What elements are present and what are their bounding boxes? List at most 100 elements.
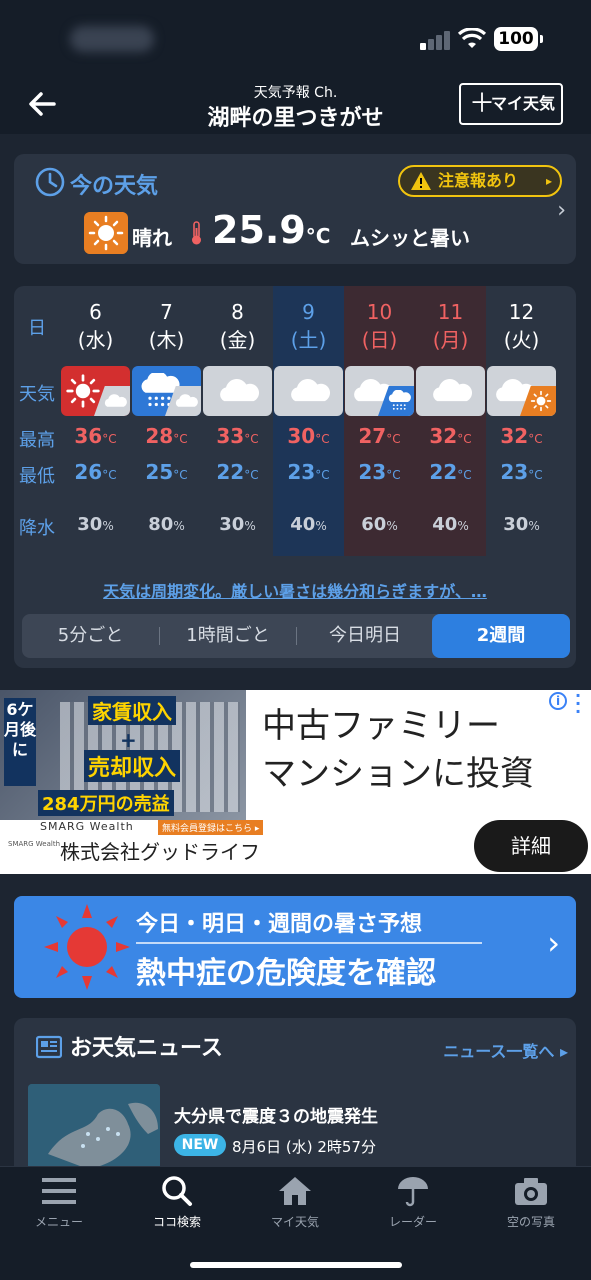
- nav-sky-photos-label: 空の写真: [506, 1215, 555, 1229]
- value: 60: [361, 514, 387, 535]
- value: 27: [358, 424, 387, 448]
- value: 30: [219, 514, 245, 535]
- cellular-signal-icon: [420, 30, 452, 50]
- value: 23: [358, 460, 387, 484]
- advertisement-banner[interactable]: 6ケ月後に 家賃収入 + 売却収入 284万円の売益 SMARG Wealth …: [0, 690, 591, 874]
- app-screen: 100 天気予報 Ch. 湖畔の里つきがせ ＋ マイ天気 今の天気 注意報あり …: [0, 0, 591, 1280]
- tab-5min[interactable]: 5分ごと: [22, 614, 159, 658]
- nav-my-weather[interactable]: マイ天気: [236, 1175, 354, 1235]
- day-of-week: (金): [219, 328, 256, 352]
- caution-label: 注意報あり: [438, 171, 519, 190]
- forecast-day-column[interactable]: 11 (月) 32°C 22°C 40%: [415, 286, 486, 556]
- unit: %: [173, 519, 185, 533]
- heatstroke-subtitle: 今日・明日・週間の暑さ予想: [136, 912, 423, 937]
- chevron-right-icon: ›: [557, 198, 566, 223]
- caution-badge[interactable]: 注意報あり ▸: [398, 165, 562, 197]
- home-indicator: [190, 1262, 402, 1268]
- day-of-week: (木): [148, 328, 185, 352]
- cloudy-weather-icon: [345, 366, 414, 416]
- low-temp: 25°C: [131, 460, 202, 484]
- ad-headline[interactable]: 中古ファミリー マンションに投資: [262, 702, 534, 798]
- day-number: 9: [302, 300, 315, 324]
- status-bar: 100: [0, 0, 591, 80]
- nav-sky-photos[interactable]: 空の写真: [472, 1175, 590, 1235]
- precip-chance: 40%: [273, 514, 344, 535]
- forecast-day-column[interactable]: 8 (金) 33°C 22°C 30%: [202, 286, 273, 556]
- value: 80: [148, 514, 174, 535]
- unit: %: [386, 519, 398, 533]
- unit: °C: [173, 432, 188, 446]
- unit: °C: [386, 468, 401, 482]
- day-number: 6: [89, 300, 102, 324]
- unit: °C: [244, 468, 259, 482]
- value: 32: [500, 424, 529, 448]
- forecast-day-column[interactable]: 6 (水) 36°C 26°C 30%: [60, 286, 131, 556]
- ad-detail-button[interactable]: 詳細: [474, 820, 588, 872]
- warning-triangle-icon: [411, 172, 431, 190]
- high-temp: 32°C: [486, 424, 557, 448]
- unit: °C: [386, 432, 401, 446]
- tab-today-tomorrow[interactable]: 今日明日: [297, 614, 433, 658]
- cloudy-weather-icon: [487, 366, 556, 416]
- high-temp: 30°C: [273, 424, 344, 448]
- ad-image[interactable]: 6ケ月後に 家賃収入 + 売却収入 284万円の売益: [0, 690, 246, 820]
- forecast-day-column[interactable]: 7 (木) 28°C 25°C 80%: [131, 286, 202, 556]
- ad-register-link[interactable]: 無料会員登録はこちら ▸: [158, 820, 264, 835]
- unit: °C: [315, 432, 330, 446]
- nav-search[interactable]: ココ検索: [118, 1175, 236, 1235]
- unit: °C: [457, 432, 472, 446]
- feels-like-text: ムシッと暑い: [350, 226, 470, 250]
- value: 25: [145, 460, 174, 484]
- news-headline[interactable]: 大分県で震度３の地震発生: [174, 1102, 378, 1127]
- chevron-right-icon: ›: [547, 924, 560, 962]
- unit: °C: [457, 468, 472, 482]
- news-list-link[interactable]: ニュース一覧へ ▸: [443, 1038, 568, 1062]
- tab-two-weeks[interactable]: 2週間: [432, 614, 570, 658]
- unit: °C: [528, 468, 543, 482]
- ad-plus: +: [120, 728, 137, 752]
- forecast-day-column[interactable]: 12 (火) 32°C 23°C 30%: [486, 286, 557, 556]
- value: 33: [216, 424, 245, 448]
- news-thumbnail[interactable]: [28, 1084, 160, 1174]
- chevron-right-icon: ▸: [545, 174, 552, 188]
- rain-weather-icon: [132, 366, 201, 416]
- unit: °C: [173, 468, 188, 482]
- camera-icon: [515, 1178, 547, 1205]
- divider: [136, 942, 482, 944]
- info-icon[interactable]: i: [549, 692, 567, 710]
- forecast-summary-link[interactable]: 天気は周期変化。厳しい暑さは幾分和らぎますが、…: [14, 578, 576, 602]
- forecast-day-column[interactable]: 9 (土) 30°C 23°C 40%: [273, 286, 344, 556]
- value: 23: [500, 460, 529, 484]
- value: 36: [74, 424, 103, 448]
- tab-hourly[interactable]: 1時間ごと: [160, 614, 296, 658]
- current-weather-card[interactable]: 今の天気 注意報あり ▸ › 晴れ 25.9°C ムシッと暑い: [14, 154, 576, 264]
- search-icon: [162, 1176, 192, 1206]
- nav-menu-label: メニュー: [34, 1215, 83, 1229]
- heatstroke-banner[interactable]: 今日・明日・週間の暑さ予想 熱中症の危険度を確認 ›: [14, 896, 576, 998]
- carrier-name-blurred: [70, 26, 154, 52]
- low-temp: 22°C: [415, 460, 486, 484]
- day-number: 10: [366, 300, 393, 324]
- add-my-weather-button[interactable]: ＋ マイ天気: [459, 83, 563, 125]
- heatstroke-title: 熱中症の危険度を確認: [136, 956, 436, 991]
- app-header: 天気予報 Ch. 湖畔の里つきがせ ＋ マイ天気: [0, 80, 591, 134]
- day-of-week: (水): [77, 328, 114, 352]
- day-number: 12: [508, 300, 535, 324]
- more-options-icon[interactable]: · · ·: [575, 688, 581, 720]
- low-temp: 23°C: [273, 460, 344, 484]
- forecast-day-column[interactable]: 10 (日) 27°C 23°C 60%: [344, 286, 415, 556]
- plus-icon: ＋: [469, 89, 496, 119]
- current-condition: 晴れ: [132, 226, 172, 250]
- value: 28: [145, 424, 174, 448]
- nav-radar[interactable]: レーダー: [354, 1175, 472, 1235]
- ad-headline-line1: 中古ファミリー: [262, 706, 500, 746]
- ad-headline-line2: マンションに投資: [262, 754, 534, 794]
- nav-radar-label: レーダー: [388, 1215, 437, 1229]
- nav-menu[interactable]: メニュー: [0, 1175, 118, 1235]
- value: 40: [290, 514, 316, 535]
- row-label-precip: 降水: [19, 518, 55, 539]
- sunny-weather-icon: [61, 366, 130, 416]
- high-temp: 32°C: [415, 424, 486, 448]
- day-number: 11: [437, 300, 464, 324]
- precip-chance: 30%: [486, 514, 557, 535]
